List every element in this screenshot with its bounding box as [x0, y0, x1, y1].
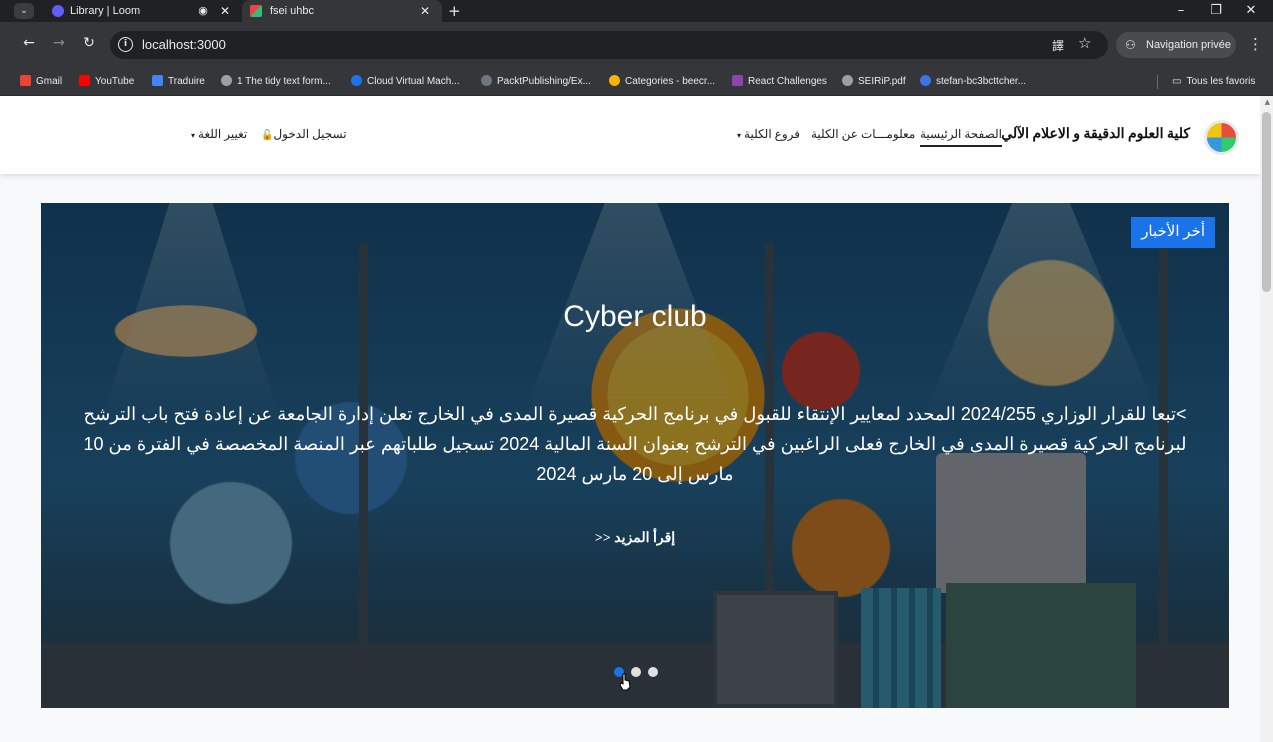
slide-description: >تبعا للقرار الوزاري 2024/255 المحدد لمع…: [83, 404, 1187, 484]
chevron-down-icon: ⌄: [20, 6, 28, 16]
site-favicon-icon: [250, 5, 262, 17]
react-challenges-icon: [732, 75, 743, 86]
lock-icon: 🔓: [261, 130, 274, 141]
caret-down-icon: ▾: [737, 131, 742, 140]
gmail-icon: [20, 75, 31, 86]
bookmark-label: Traduire: [168, 76, 205, 87]
scrollbar-thumb[interactable]: [1262, 112, 1271, 292]
bookmark-stefan[interactable]: stefan-bc3bcttcher...: [920, 68, 1026, 96]
bookmark-label: stefan-bc3bcttcher...: [936, 76, 1027, 87]
new-tab-button[interactable]: +: [448, 0, 461, 22]
bookmark-gmail[interactable]: Gmail: [20, 68, 62, 96]
latest-news-badge: أخر الأخبار: [1131, 217, 1215, 248]
read-more-link[interactable]: إقرأ المزيد <<: [41, 530, 1229, 547]
page-scrollbar[interactable]: ▲: [1260, 96, 1273, 742]
bookmark-cloud-vm[interactable]: Cloud Virtual Mach...: [351, 68, 460, 96]
reload-button[interactable]: ↻: [78, 32, 100, 54]
loom-favicon-icon: [52, 5, 64, 17]
bookmark-label: 1 The tidy text form...: [237, 76, 331, 87]
carousel-indicator-2[interactable]: [631, 667, 641, 677]
tab-fsei-uhbc[interactable]: fsei uhbc ✕: [242, 0, 442, 22]
nav-branches-dropdown[interactable]: فروع الكلية ▾: [737, 127, 800, 142]
back-button[interactable]: ←: [18, 32, 40, 54]
nav-login[interactable]: تسجيل الدخول🔓: [261, 127, 347, 142]
close-window-button[interactable]: ✕: [1234, 0, 1268, 22]
all-bookmarks-folder[interactable]: ▭ Tous les favoris: [1172, 68, 1255, 96]
incognito-label: Navigation privée: [1146, 39, 1231, 51]
scroll-up-icon[interactable]: ▲: [1265, 98, 1270, 106]
tab-search-dropdown[interactable]: ⌄: [14, 3, 34, 19]
bookmark-packt[interactable]: PacktPublishing/Ex...: [481, 68, 591, 96]
nav-home[interactable]: الصفحة الرئيسية: [920, 127, 1002, 147]
nav-branches-label: فروع الكلية: [744, 127, 800, 141]
bookmark-youtube[interactable]: YouTube: [79, 68, 134, 96]
page-viewport: كلية العلوم الدقيقة و الاعلام الآلي الصف…: [0, 96, 1273, 742]
slide-title: Cyber club: [563, 300, 707, 333]
tab-title: Library | Loom: [70, 5, 141, 17]
bookmark-star-icon[interactable]: ☆: [1078, 34, 1091, 52]
cloud-icon: [351, 75, 362, 86]
carousel-indicator-3[interactable]: [648, 667, 658, 677]
forward-button[interactable]: →: [48, 32, 70, 54]
bee-icon: [609, 75, 620, 86]
site-navbar: كلية العلوم الدقيقة و الاعلام الآلي الصف…: [0, 96, 1260, 174]
site-brand[interactable]: كلية العلوم الدقيقة و الاعلام الآلي: [1001, 126, 1190, 143]
nav-language-label: تغيير اللغة: [198, 127, 248, 141]
site-info-icon[interactable]: i: [118, 37, 133, 52]
close-tab-icon[interactable]: ✕: [418, 0, 432, 22]
recording-icon: ◉: [198, 5, 208, 17]
bookmark-label: Cloud Virtual Mach...: [367, 76, 460, 87]
hand-cursor-icon: [619, 673, 631, 691]
folder-icon: ▭: [1172, 76, 1182, 87]
tab-library-loom[interactable]: Library | Loom ◉ ✕: [48, 0, 238, 22]
bookmark-label: YouTube: [95, 76, 135, 87]
globe-icon: [842, 75, 853, 86]
nav-login-label: تسجيل الدخول: [273, 127, 347, 141]
translate-icon[interactable]: 譯: [1052, 37, 1064, 54]
tab-title: fsei uhbc: [270, 5, 315, 17]
bookmark-label: React Challenges: [748, 76, 827, 87]
bookmark-label: Gmail: [36, 76, 63, 87]
browser-toolbar: ← → ↻ i localhost:3000 譯 ☆ ⚇ Navigation …: [0, 22, 1273, 68]
incognito-indicator[interactable]: ⚇ Navigation privée: [1116, 32, 1236, 58]
bookmarks-bar: Gmail YouTube Traduire 1 The tidy text f…: [0, 68, 1273, 96]
nav-language-dropdown[interactable]: تغيير اللغة ▾: [191, 127, 247, 142]
address-bar[interactable]: i localhost:3000 譯 ☆: [110, 31, 1108, 59]
bookmark-label: PacktPublishing/Ex...: [497, 76, 591, 87]
all-bookmarks-label: Tous les favoris: [1186, 76, 1256, 87]
bookmark-traduire[interactable]: Traduire: [152, 68, 205, 96]
bookmark-label: Categories - beecr...: [625, 76, 716, 87]
maximize-button[interactable]: ❐: [1199, 0, 1233, 22]
bookmark-label: SEIRiP.pdf: [858, 76, 906, 87]
bookmark-seirip[interactable]: SEIRiP.pdf: [842, 68, 906, 96]
github-icon: [481, 75, 492, 86]
news-carousel[interactable]: أخر الأخبار Cyber club >تبعا للقرار الوز…: [41, 203, 1229, 708]
browser-menu-icon[interactable]: ⋮: [1248, 32, 1263, 56]
caret-down-icon: ▾: [191, 131, 196, 140]
tab-bar: ⌄ Library | Loom ◉ ✕ fsei uhbc ✕ + – ❐ ✕: [0, 0, 1273, 22]
bookmarks-separator: [1157, 75, 1158, 89]
incognito-icon: ⚇: [1125, 38, 1136, 52]
globe-icon: [221, 75, 232, 86]
wordpress-icon: [920, 75, 931, 86]
close-tab-icon[interactable]: ✕: [218, 0, 232, 22]
bookmark-beecrowd[interactable]: Categories - beecr...: [609, 68, 715, 96]
youtube-icon: [79, 75, 90, 86]
faculty-logo-icon[interactable]: [1204, 120, 1239, 155]
bookmark-react-challenges[interactable]: React Challenges: [732, 68, 827, 96]
nav-about[interactable]: معلومـــات عن الكلية: [811, 127, 915, 142]
url-text[interactable]: localhost:3000: [142, 31, 226, 59]
bookmark-tidy-text[interactable]: 1 The tidy text form...: [221, 68, 331, 96]
translate-icon: [152, 75, 163, 86]
minimize-button[interactable]: –: [1164, 0, 1198, 22]
